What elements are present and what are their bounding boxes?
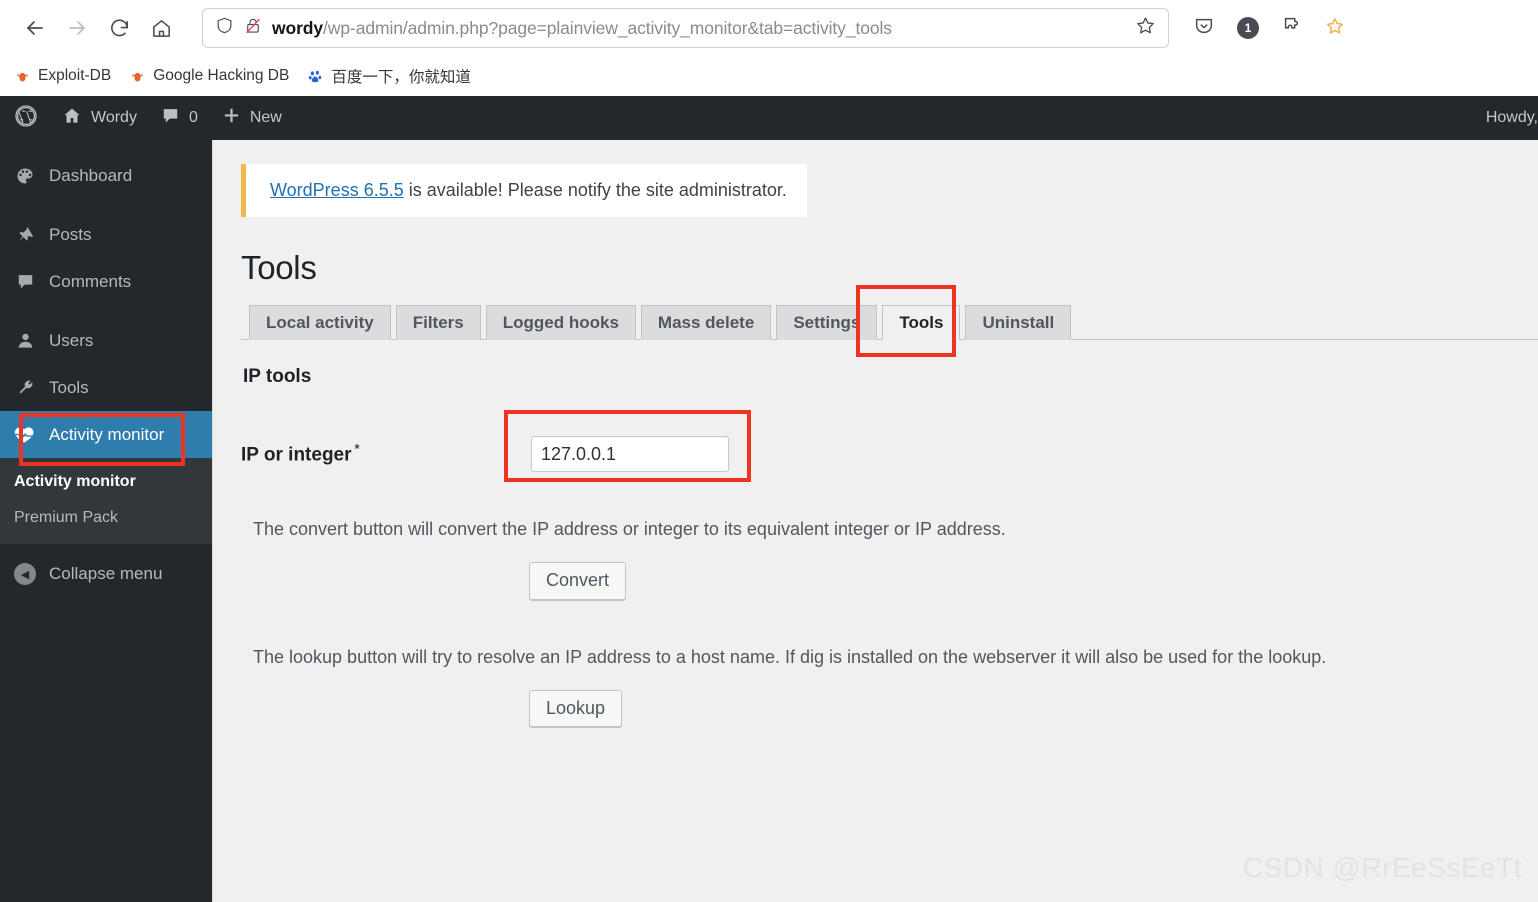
main-content-area: WordPress 6.5.5 is available! Please not… <box>212 140 1538 902</box>
sidebar-item-label: Tools <box>49 377 89 397</box>
tab-filters[interactable]: Filters <box>395 305 481 340</box>
ip-or-integer-row: IP or integer * <box>241 436 1538 472</box>
bookmark-exploit-db[interactable]: Exploit-DB <box>14 67 111 85</box>
wrench-icon <box>14 377 36 399</box>
bookmarks-bar: Exploit-DB Google Hacking DB 百度一下，你就知道 <box>0 56 1538 96</box>
ip-or-integer-label: IP or integer * <box>241 441 531 466</box>
tab-logged-hooks[interactable]: Logged hooks <box>485 305 636 340</box>
comment-icon <box>161 106 180 130</box>
lookup-help-text: The lookup button will try to resolve an… <box>253 646 1327 667</box>
sidebar-item-label: Dashboard <box>49 165 133 185</box>
collapse-arrow-icon: ◀ <box>14 563 36 585</box>
tab-tools[interactable]: Tools <box>882 305 961 340</box>
convert-button[interactable]: Convert <box>529 562 627 600</box>
sidebar-item-posts[interactable]: Posts <box>0 211 212 258</box>
comments-count: 0 <box>188 109 198 126</box>
tab-bar: Local activity Filters Logged hooks Mass… <box>241 301 1538 340</box>
wp-logo-menu[interactable] <box>0 96 50 140</box>
submenu-item-premium-pack[interactable]: Premium Pack <box>0 500 212 536</box>
collapse-menu-button[interactable]: ◀ Collapse menu <box>0 550 212 598</box>
bookmark-icon[interactable] <box>1325 16 1345 41</box>
submenu-item-activity-monitor[interactable]: Activity monitor <box>0 464 212 500</box>
new-content-label: New <box>249 109 282 126</box>
bookmark-baidu[interactable]: 百度一下，你就知道 <box>307 65 471 87</box>
lookup-button-row: Lookup <box>241 689 1538 728</box>
convert-help-text: The convert button will convert the IP a… <box>253 519 1006 539</box>
browser-chrome: wordy/wp-admin/admin.php?page=plainview_… <box>0 0 1538 96</box>
wp-admin-bar: Wordy 0 New Howdy, <box>0 96 1538 140</box>
ip-or-integer-input[interactable] <box>531 436 729 472</box>
dashboard-icon <box>14 165 36 187</box>
reload-icon[interactable] <box>98 7 140 49</box>
bookmark-label: 百度一下，你就知道 <box>331 69 471 86</box>
sidebar-item-label: Users <box>49 330 94 350</box>
comments-menu[interactable]: 0 <box>149 96 210 140</box>
tab-settings[interactable]: Settings <box>776 305 878 340</box>
pin-icon <box>14 224 36 246</box>
page-title: Tools <box>241 249 317 286</box>
url-host: wordy <box>272 17 324 38</box>
howdy-account-menu[interactable]: Howdy, <box>1486 109 1538 127</box>
tab-uninstall[interactable]: Uninstall <box>965 305 1072 340</box>
sidebar-item-comments[interactable]: Comments <box>0 258 212 305</box>
back-arrow-icon[interactable] <box>14 7 56 49</box>
home-icon[interactable] <box>140 7 182 49</box>
star-icon[interactable] <box>1135 15 1156 41</box>
url-path: /wp-admin/admin.php?page=plainview_activ… <box>323 17 892 38</box>
extensions-icon[interactable] <box>1281 15 1303 42</box>
required-marker: * <box>354 441 360 457</box>
update-notice-text: is available! Please notify the site adm… <box>403 180 787 200</box>
site-name-menu[interactable]: Wordy <box>50 96 149 140</box>
section-title-ip-tools: IP tools <box>243 366 312 387</box>
content-inner: WordPress 6.5.5 is available! Please not… <box>213 140 1538 728</box>
shield-icon[interactable] <box>215 15 234 41</box>
lookup-button[interactable]: Lookup <box>529 689 623 728</box>
plus-icon <box>222 106 241 130</box>
site-name-label: Wordy <box>91 109 137 126</box>
bookmark-label: Google Hacking DB <box>153 67 290 84</box>
watermark: CSDN @RrEeSsEeTt <box>1242 852 1522 883</box>
browser-toolbar-icons: 1 <box>1193 15 1351 42</box>
field-label-text: IP or integer <box>241 444 352 466</box>
bug-icon <box>14 68 31 85</box>
menu-separator <box>0 305 212 317</box>
sidebar-item-dashboard[interactable]: Dashboard <box>0 152 212 199</box>
update-notice: WordPress 6.5.5 is available! Please not… <box>241 164 807 217</box>
sidebar-item-users[interactable]: Users <box>0 317 212 364</box>
comment-icon <box>14 271 36 293</box>
user-icon <box>14 330 36 352</box>
sidebar-item-tools[interactable]: Tools <box>0 364 212 411</box>
bookmark-label: Exploit-DB <box>38 67 112 84</box>
admin-sidebar-menu: Dashboard Posts Comments Users Tools Act… <box>0 140 212 902</box>
wordpress-update-link[interactable]: WordPress 6.5.5 <box>270 180 404 200</box>
wordpress-logo-icon <box>14 104 38 133</box>
bug-icon <box>129 68 146 85</box>
sidebar-item-label: Posts <box>49 224 92 244</box>
home-icon <box>62 106 82 131</box>
tab-local-activity[interactable]: Local activity <box>249 305 391 340</box>
browser-nav-row: wordy/wp-admin/admin.php?page=plainview_… <box>0 0 1538 56</box>
collapse-menu-label: Collapse menu <box>49 564 163 583</box>
lock-broken-icon[interactable] <box>244 16 262 41</box>
pocket-icon[interactable] <box>1193 15 1215 42</box>
sidebar-submenu: Activity monitor Premium Pack <box>0 458 212 544</box>
sidebar-item-label: Comments <box>49 271 132 291</box>
tab-mass-delete[interactable]: Mass delete <box>640 305 772 340</box>
address-bar[interactable]: wordy/wp-admin/admin.php?page=plainview_… <box>202 8 1169 48</box>
convert-button-row: Convert <box>241 562 1538 600</box>
bookmark-google-hacking-db[interactable]: Google Hacking DB <box>129 67 289 85</box>
notification-badge[interactable]: 1 <box>1237 17 1259 39</box>
forward-arrow-icon[interactable] <box>56 7 98 49</box>
sidebar-item-label: Activity monitor <box>49 424 165 444</box>
menu-separator <box>0 199 212 211</box>
sidebar-item-activity-monitor[interactable]: Activity monitor <box>0 411 212 458</box>
wp-body: Dashboard Posts Comments Users Tools Act… <box>0 140 1538 902</box>
baidu-icon <box>307 68 324 85</box>
url-text[interactable]: wordy/wp-admin/admin.php?page=plainview_… <box>272 18 1125 39</box>
new-content-menu[interactable]: New <box>210 96 294 140</box>
heartbeat-icon <box>14 424 36 446</box>
